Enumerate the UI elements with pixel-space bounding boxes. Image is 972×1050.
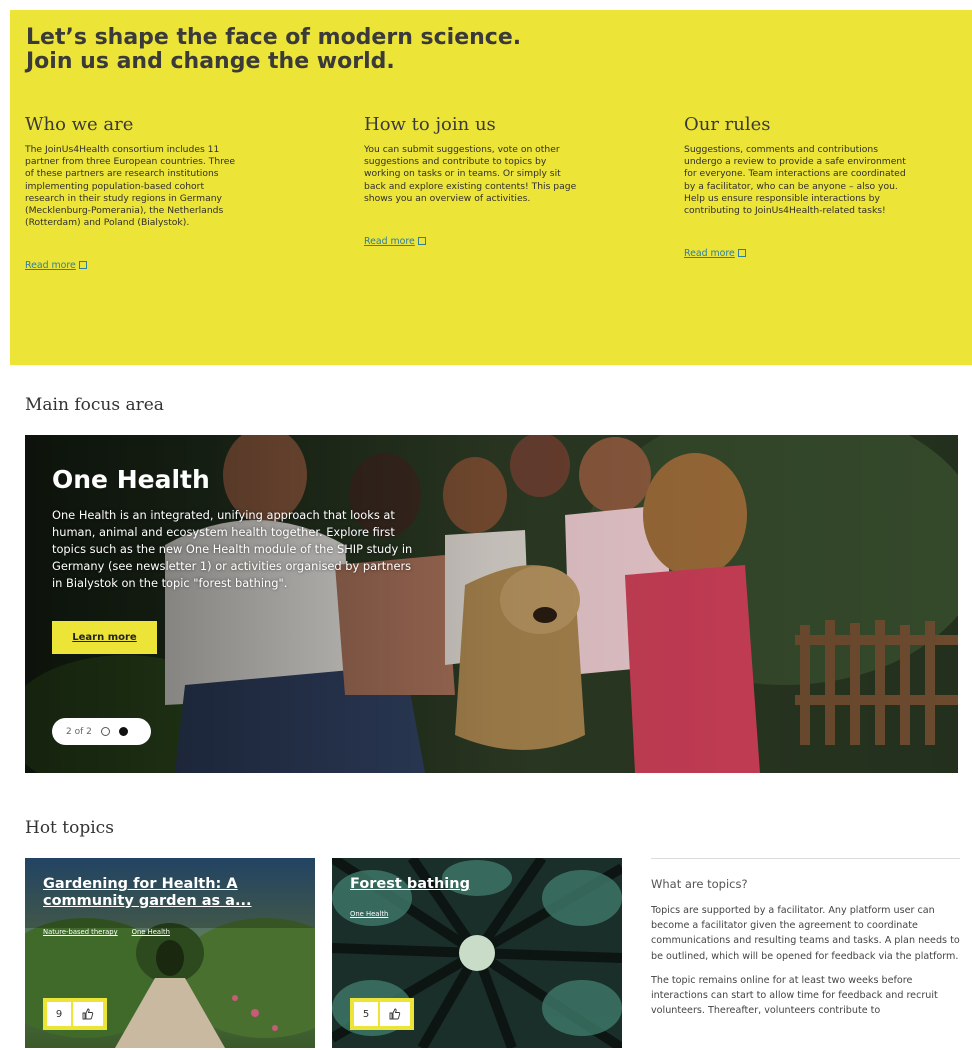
hot-topics-heading: Hot topics — [25, 818, 114, 838]
banner-title: One Health — [52, 465, 210, 494]
tag-one-health[interactable]: One Health — [132, 928, 170, 936]
like-count: 5 — [354, 1002, 378, 1026]
pager-dot-1[interactable] — [100, 727, 110, 736]
who-we-are-read-more-link[interactable]: Read more — [25, 260, 87, 271]
topics-info-paragraph-2: The topic remains online for at least tw… — [651, 974, 938, 1017]
topics-info-heading: What are topics? — [651, 877, 748, 891]
one-health-banner: One Health One Health is an integrated, … — [25, 435, 958, 773]
who-we-are-text: The JoinUs4Health consortium includes 11… — [25, 144, 236, 229]
topics-info-panel: What are topics? Topics are supported by… — [651, 858, 960, 1027]
hero-title: Let’s shape the face of modern science. … — [26, 26, 586, 74]
our-rules-text: Suggestions, comments and contributions … — [684, 144, 906, 217]
forest-like-control: 5 — [350, 998, 414, 1030]
read-more-label: Read more — [364, 236, 415, 248]
who-we-are-column: Who we are The JoinUs4Health consortium … — [25, 114, 245, 272]
external-link-icon — [78, 261, 87, 270]
our-rules-read-more-link[interactable]: Read more — [684, 248, 746, 259]
our-rules-column: Our rules Suggestions, comments and cont… — [684, 114, 914, 260]
forest-card-title[interactable]: Forest bathing — [350, 876, 590, 893]
main-focus-heading: Main focus area — [25, 395, 164, 415]
learn-more-button[interactable]: Learn more — [52, 621, 157, 654]
hero-title-line-2: Join us and change the world. — [26, 49, 395, 74]
forest-tags: One Health — [350, 910, 388, 918]
read-more-label: Read more — [25, 260, 76, 272]
topics-info-paragraph-1: Topics are supported by a facilitator. A… — [651, 905, 960, 962]
thumbs-up-icon[interactable] — [380, 1002, 410, 1026]
hero-section: Let’s shape the face of modern science. … — [10, 10, 972, 365]
how-to-join-read-more-link[interactable]: Read more — [364, 236, 426, 247]
topic-card-gardening[interactable]: Gardening for Health: A community garden… — [25, 858, 315, 1048]
banner-description: One Health is an integrated, unifying ap… — [52, 508, 413, 590]
topic-card-forest-bathing[interactable]: Forest bathing One Health 5 — [332, 858, 622, 1048]
tag-nature-based-therapy[interactable]: Nature-based therapy — [43, 928, 118, 936]
gardening-tags: Nature-based therapy One Health — [43, 928, 170, 936]
external-link-icon — [417, 237, 426, 246]
pager-dot-2[interactable] — [118, 727, 128, 736]
carousel-pager: 2 of 2 — [52, 718, 151, 745]
gardening-card-title[interactable]: Gardening for Health: A community garden… — [43, 876, 283, 910]
how-to-join-heading: How to join us — [364, 114, 496, 135]
tag-one-health[interactable]: One Health — [350, 910, 388, 918]
who-we-are-heading: Who we are — [25, 114, 134, 135]
pager-count: 2 of 2 — [66, 726, 92, 737]
read-more-label: Read more — [684, 248, 735, 260]
hero-title-line-1: Let’s shape the face of modern science. — [26, 25, 522, 50]
like-count: 9 — [47, 1002, 71, 1026]
our-rules-heading: Our rules — [684, 114, 771, 135]
how-to-join-column: How to join us You can submit suggestion… — [364, 114, 584, 248]
gardening-like-control: 9 — [43, 998, 107, 1030]
how-to-join-text: You can submit suggestions, vote on othe… — [364, 144, 577, 204]
thumbs-up-icon[interactable] — [73, 1002, 103, 1026]
external-link-icon — [737, 249, 746, 258]
